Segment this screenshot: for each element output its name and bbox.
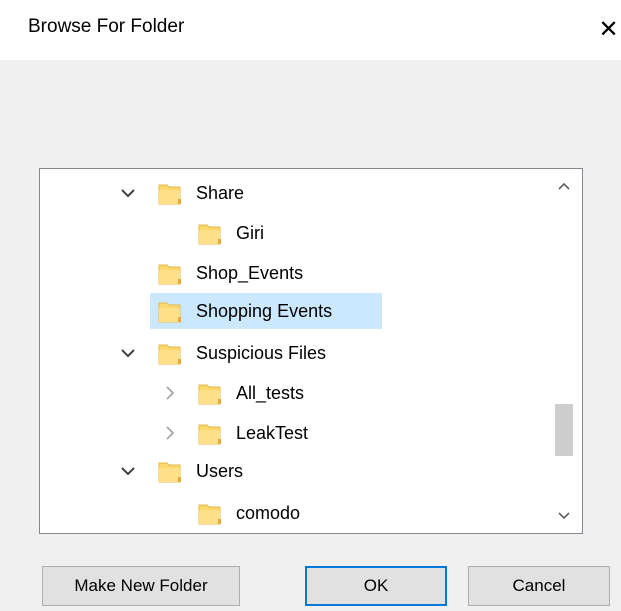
chevron-right-icon[interactable] [160,423,180,443]
folder-icon [158,459,184,483]
scroll-up-icon[interactable] [547,169,581,203]
make-new-folder-button[interactable]: Make New Folder [42,566,240,606]
folder-icon [198,381,224,405]
tree-row-share[interactable]: Share [40,175,550,211]
scrollbar-thumb[interactable] [555,404,573,456]
tree-row-label: comodo [236,503,301,523]
chevron-down-icon[interactable] [118,343,138,363]
chevron-down-icon[interactable] [118,183,138,203]
tree-row-label: All_tests [236,383,305,403]
tree-row-label: LeakTest [236,423,309,443]
tree-row-users[interactable]: Users [40,453,550,489]
tree-row-label: Giri [236,223,264,243]
browse-for-folder-dialog: Browse For Folder ✕ Share Giri Shop_Even… [0,0,621,611]
folder-icon [158,299,184,323]
tree-row-leaktest[interactable]: LeakTest [40,415,550,451]
tree-row-all-tests[interactable]: All_tests [40,375,550,411]
title-bar: Browse For Folder ✕ [0,0,621,60]
close-icon[interactable]: ✕ [596,10,621,50]
chevron-right-icon[interactable] [160,383,180,403]
folder-icon [198,421,224,445]
folder-icon [158,181,184,205]
folder-tree[interactable]: Share Giri Shop_Events Shopping Events S… [39,168,583,534]
tree-row-suspicious-files[interactable]: Suspicious Files [40,335,550,371]
tree-row-giri[interactable]: Giri [40,215,550,251]
tree-row-label: Users [196,461,244,481]
folder-icon [198,501,224,525]
cancel-button[interactable]: Cancel [468,566,610,606]
folder-icon [158,341,184,365]
tree-row-shopping-events[interactable]: Shopping Events [150,293,382,329]
tree-row-comodo[interactable]: comodo [40,495,550,531]
tree-row-label: Suspicious Files [196,343,327,363]
dialog-title: Browse For Folder [28,16,185,37]
tree-row-shop-events[interactable]: Shop_Events [40,255,550,291]
chevron-down-icon[interactable] [118,461,138,481]
tree-row-label: Shopping Events [196,301,333,321]
folder-icon [158,261,184,285]
tree-row-label: Shop_Events [196,263,304,283]
scroll-down-icon[interactable] [547,499,581,533]
vertical-scrollbar[interactable] [547,169,581,533]
ok-button[interactable]: OK [305,566,447,606]
folder-icon [198,221,224,245]
tree-row-label: Share [196,183,245,203]
